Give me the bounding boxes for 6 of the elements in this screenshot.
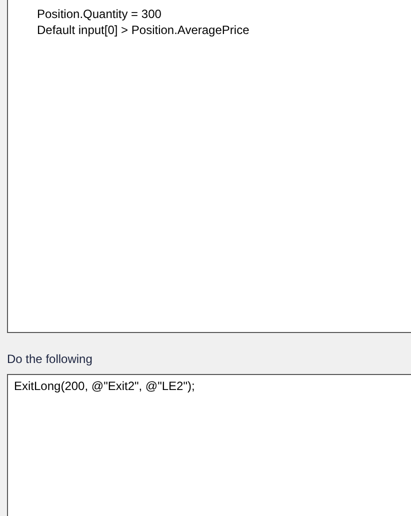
action-line: ExitLong(200, @"Exit2", @"LE2"); bbox=[14, 378, 196, 394]
actions-text-area[interactable]: ExitLong(200, @"Exit2", @"LE2"); bbox=[7, 374, 411, 516]
condition-line: Default input[0] > Position.AveragePrice bbox=[37, 22, 250, 38]
conditions-text-area[interactable]: Position.Quantity = 300 Default input[0] > Position.AveragePrice bbox=[7, 0, 411, 333]
condition-line: Position.Quantity = 300 bbox=[37, 6, 162, 22]
section-label: Do the following bbox=[7, 352, 94, 368]
